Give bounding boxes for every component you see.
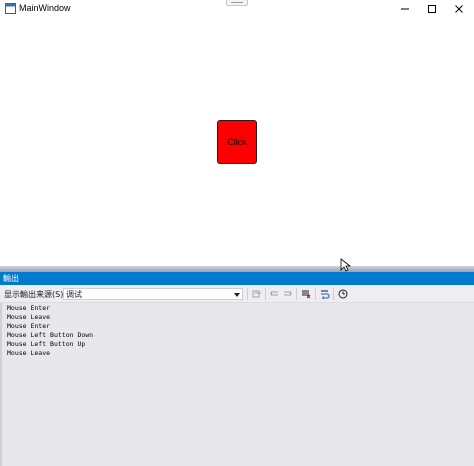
title-bar[interactable]: MainWindow: [0, 0, 474, 18]
toggle-word-wrap-button[interactable]: [318, 288, 332, 300]
maximize-button[interactable]: [417, 0, 447, 18]
toolbar-separator: [296, 288, 297, 300]
clock-icon: [338, 289, 348, 299]
toolbar-separator: [315, 288, 316, 300]
main-window: MainWindow Click: [0, 0, 474, 266]
mouse-cursor-icon: [340, 258, 352, 272]
clock-button[interactable]: [336, 288, 350, 300]
chevron-down-icon: [234, 293, 240, 297]
minimize-button[interactable]: [390, 0, 420, 18]
output-line: Mouse Left Button Up: [7, 340, 86, 348]
output-margin: [0, 303, 2, 466]
output-line: Mouse Enter: [7, 322, 51, 330]
output-source-label: 显示輸出来源(S):: [4, 290, 67, 299]
drag-handle-icon[interactable]: [226, 0, 248, 6]
output-line: Mouse Leave: [7, 313, 51, 321]
toolbar-separator: [247, 288, 248, 300]
clear-all-button[interactable]: [299, 288, 313, 300]
output-panel-header[interactable]: 輸出: [0, 272, 474, 285]
output-toolbar: 显示輸出来源(S): 调试: [0, 285, 474, 303]
output-line: Mouse Enter: [7, 304, 51, 312]
output-text-area[interactable]: Mouse Enter Mouse Leave Mouse Enter Mous…: [0, 303, 474, 466]
window-title: MainWindow: [19, 3, 71, 13]
go-next-button[interactable]: [281, 288, 295, 300]
output-source-select[interactable]: 调试: [63, 288, 243, 300]
go-next-icon: [284, 291, 292, 296]
minimize-icon: [401, 8, 409, 10]
toggle-word-wrap-icon: [321, 290, 330, 299]
output-line: Mouse Left Button Down: [7, 331, 94, 339]
find-previous-icon: [252, 290, 261, 298]
click-button[interactable]: Click: [217, 120, 257, 164]
clear-all-icon: [302, 290, 311, 299]
app-icon: [5, 3, 16, 14]
go-previous-icon: [270, 291, 278, 296]
output-panel-title: 輸出: [3, 274, 19, 283]
close-button[interactable]: [444, 0, 474, 18]
maximize-icon: [428, 5, 436, 13]
go-previous-button[interactable]: [267, 288, 281, 300]
toolbar-separator: [265, 288, 266, 300]
close-icon: [455, 5, 463, 13]
find-previous-button[interactable]: [250, 288, 264, 300]
output-source-value: 调试: [66, 290, 82, 299]
output-line: Mouse Leave: [7, 349, 51, 357]
toolbar-separator: [333, 288, 334, 300]
